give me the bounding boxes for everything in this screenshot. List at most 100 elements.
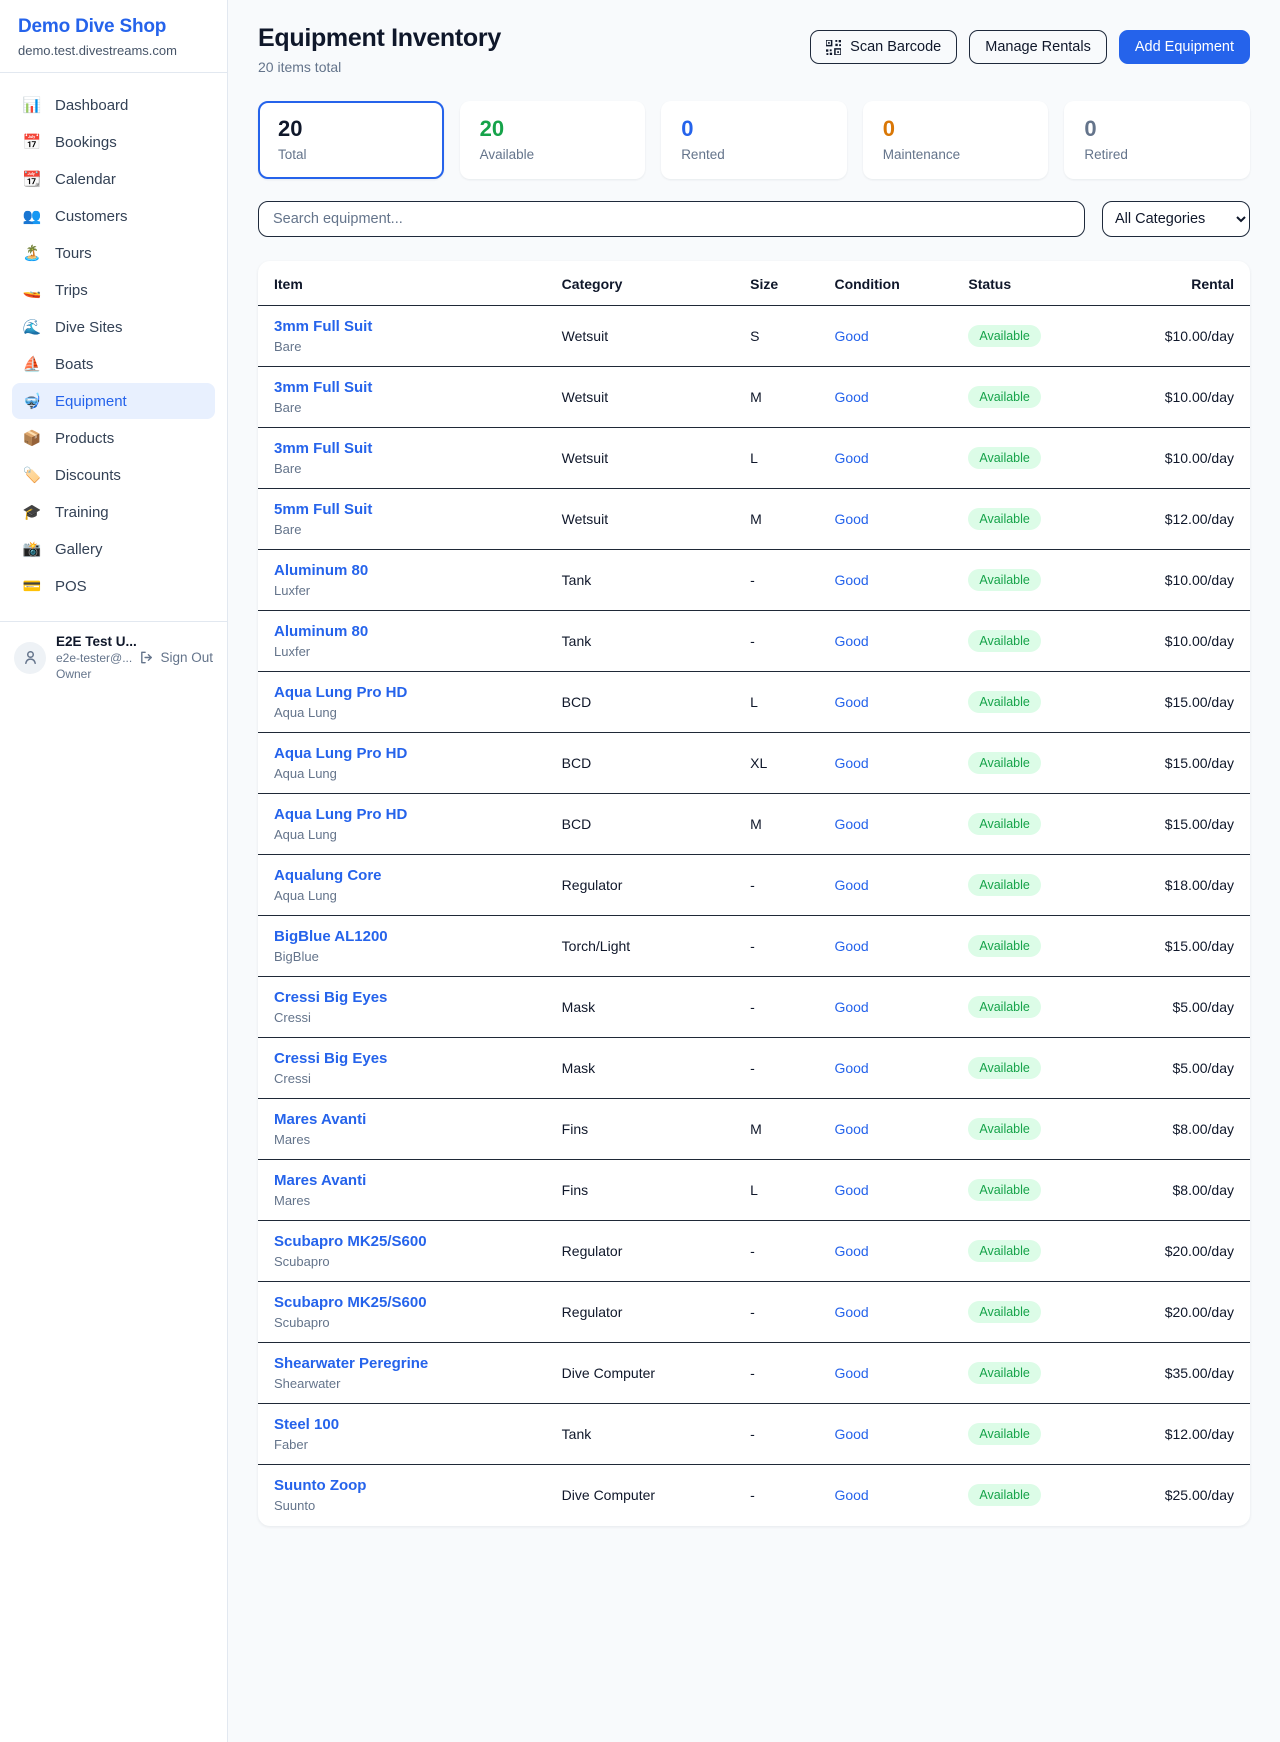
condition-link[interactable]: Good	[834, 1182, 868, 1198]
item-name-link[interactable]: Shearwater Peregrine	[274, 1355, 530, 1372]
sidebar-item-equipment[interactable]: 🤿 Equipment	[12, 383, 215, 419]
boats-icon: ⛵	[22, 355, 42, 373]
condition-link[interactable]: Good	[834, 938, 868, 954]
stat-card-maintenance[interactable]: 0Maintenance	[863, 101, 1049, 179]
item-brand: Aqua Lung	[274, 766, 530, 781]
sidebar-item-dashboard[interactable]: 📊Dashboard	[12, 87, 215, 123]
table-header-row: Item Category Size Condition Status Rent…	[258, 261, 1250, 306]
sidebar-item-pos[interactable]: 💳POS	[12, 568, 215, 604]
cell-condition: Good	[818, 916, 952, 977]
condition-link[interactable]: Good	[834, 1304, 868, 1320]
condition-link[interactable]: Good	[834, 877, 868, 893]
condition-link[interactable]: Good	[834, 1365, 868, 1381]
table-row: Shearwater PeregrineShearwaterDive Compu…	[258, 1343, 1250, 1404]
item-name-link[interactable]: Aqua Lung Pro HD	[274, 684, 530, 701]
item-name-link[interactable]: Aluminum 80	[274, 562, 530, 579]
item-brand: Mares	[274, 1193, 530, 1208]
scan-barcode-button[interactable]: Scan Barcode	[810, 30, 957, 64]
item-name-link[interactable]: Aqua Lung Pro HD	[274, 806, 530, 823]
status-badge: Available	[968, 752, 1041, 774]
sidebar-item-products[interactable]: 📦Products	[12, 420, 215, 456]
condition-link[interactable]: Good	[834, 1060, 868, 1076]
manage-rentals-label: Manage Rentals	[985, 39, 1091, 55]
condition-link[interactable]: Good	[834, 572, 868, 588]
condition-link[interactable]: Good	[834, 1121, 868, 1137]
tours-icon: 🏝️	[22, 244, 42, 262]
item-name-link[interactable]: 3mm Full Suit	[274, 318, 530, 335]
condition-link[interactable]: Good	[834, 389, 868, 405]
sidebar: Demo Dive Shop demo.test.divestreams.com…	[0, 0, 228, 1742]
sidebar-item-dive-sites[interactable]: 🌊Dive Sites	[12, 309, 215, 345]
sidebar-item-bookings[interactable]: 📅Bookings	[12, 124, 215, 160]
sign-out-button[interactable]: Sign Out	[139, 650, 213, 665]
item-name-link[interactable]: Scubapro MK25/S600	[274, 1294, 530, 1311]
item-name-link[interactable]: 5mm Full Suit	[274, 501, 530, 518]
condition-link[interactable]: Good	[834, 999, 868, 1015]
cell-item: Scubapro MK25/S600Scubapro	[258, 1221, 546, 1282]
condition-link[interactable]: Good	[834, 633, 868, 649]
item-name-link[interactable]: Cressi Big Eyes	[274, 989, 530, 1006]
sidebar-item-label: Trips	[55, 282, 88, 299]
item-name-link[interactable]: Mares Avanti	[274, 1172, 530, 1189]
item-name-link[interactable]: Aqua Lung Pro HD	[274, 745, 530, 762]
sidebar-item-label: Equipment	[55, 393, 127, 410]
status-badge: Available	[968, 569, 1041, 591]
condition-link[interactable]: Good	[834, 755, 868, 771]
sidebar-item-calendar[interactable]: 📆Calendar	[12, 161, 215, 197]
item-name-link[interactable]: Suunto Zoop	[274, 1477, 530, 1494]
manage-rentals-button[interactable]: Manage Rentals	[969, 30, 1107, 64]
cell-size: -	[734, 1343, 818, 1404]
sidebar-item-customers[interactable]: 👥Customers	[12, 198, 215, 234]
cell-status: Available	[952, 489, 1126, 550]
category-select[interactable]: All Categories	[1102, 201, 1250, 237]
cell-rental: $18.00/day	[1126, 855, 1250, 916]
sidebar-item-discounts[interactable]: 🏷️Discounts	[12, 457, 215, 493]
item-name-link[interactable]: Aluminum 80	[274, 623, 530, 640]
cell-category: Wetsuit	[546, 428, 734, 489]
cell-size: M	[734, 1099, 818, 1160]
cell-item: Aqualung CoreAqua Lung	[258, 855, 546, 916]
cell-size: S	[734, 306, 818, 367]
status-badge: Available	[968, 691, 1041, 713]
stat-card-available[interactable]: 20Available	[460, 101, 646, 179]
item-name-link[interactable]: Steel 100	[274, 1416, 530, 1433]
condition-link[interactable]: Good	[834, 1426, 868, 1442]
add-equipment-button[interactable]: Add Equipment	[1119, 30, 1250, 64]
item-name-link[interactable]: Mares Avanti	[274, 1111, 530, 1128]
item-name-link[interactable]: BigBlue AL1200	[274, 928, 530, 945]
sidebar-item-tours[interactable]: 🏝️Tours	[12, 235, 215, 271]
stat-card-retired[interactable]: 0Retired	[1064, 101, 1250, 179]
cell-condition: Good	[818, 794, 952, 855]
search-input[interactable]	[258, 201, 1085, 237]
item-name-link[interactable]: Cressi Big Eyes	[274, 1050, 530, 1067]
stat-card-total[interactable]: 20Total	[258, 101, 444, 179]
stat-card-rented[interactable]: 0Rented	[661, 101, 847, 179]
sidebar-item-training[interactable]: 🎓Training	[12, 494, 215, 530]
sidebar-item-trips[interactable]: 🚤Trips	[12, 272, 215, 308]
condition-link[interactable]: Good	[834, 694, 868, 710]
cell-condition: Good	[818, 550, 952, 611]
condition-link[interactable]: Good	[834, 328, 868, 344]
item-brand: Luxfer	[274, 583, 530, 598]
item-name-link[interactable]: Scubapro MK25/S600	[274, 1233, 530, 1250]
equipment-icon: 🤿	[22, 392, 42, 410]
avatar	[14, 642, 46, 674]
sidebar-item-boats[interactable]: ⛵Boats	[12, 346, 215, 382]
sidebar-item-gallery[interactable]: 📸Gallery	[12, 531, 215, 567]
condition-link[interactable]: Good	[834, 450, 868, 466]
item-name-link[interactable]: 3mm Full Suit	[274, 379, 530, 396]
item-name-link[interactable]: Aqualung Core	[274, 867, 530, 884]
cell-status: Available	[952, 367, 1126, 428]
cell-status: Available	[952, 1038, 1126, 1099]
items-total-label: 20 items total	[258, 59, 501, 75]
column-category: Category	[546, 261, 734, 306]
cell-rental: $8.00/day	[1126, 1160, 1250, 1221]
item-name-link[interactable]: 3mm Full Suit	[274, 440, 530, 457]
status-badge: Available	[968, 447, 1041, 469]
condition-link[interactable]: Good	[834, 816, 868, 832]
condition-link[interactable]: Good	[834, 511, 868, 527]
item-brand: Mares	[274, 1132, 530, 1147]
status-badge: Available	[968, 996, 1041, 1018]
condition-link[interactable]: Good	[834, 1243, 868, 1259]
condition-link[interactable]: Good	[834, 1487, 868, 1503]
